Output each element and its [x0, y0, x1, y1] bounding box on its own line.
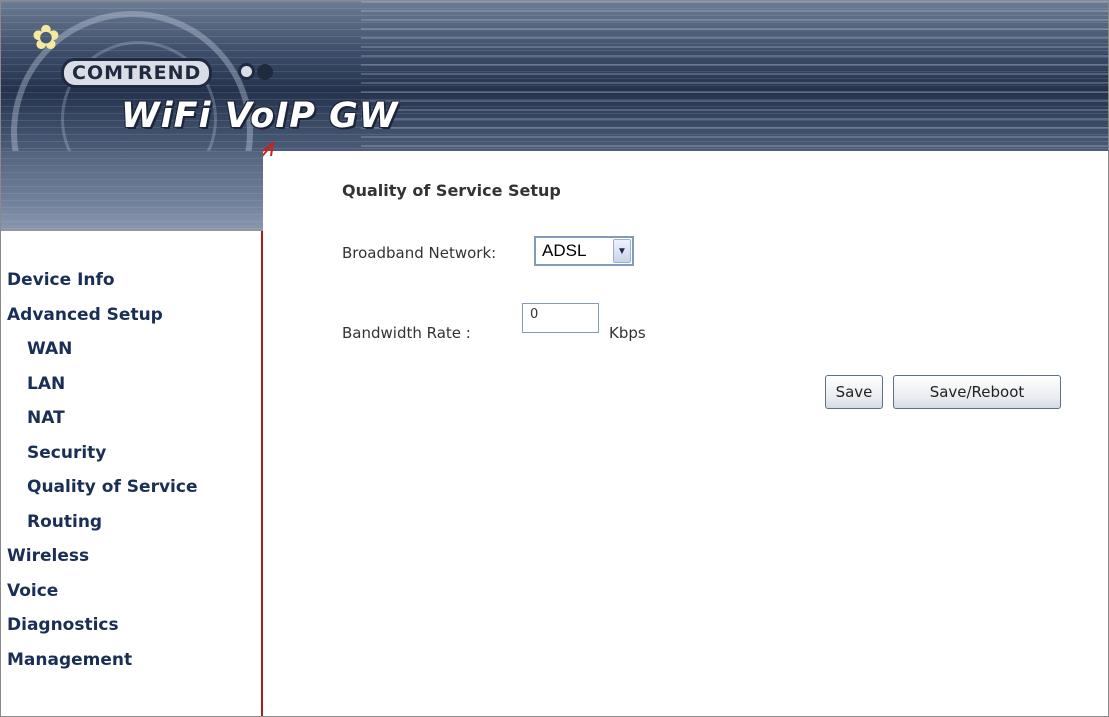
- page-title: Quality of Service Setup: [342, 181, 561, 200]
- sidebar-item-security[interactable]: Security: [7, 436, 197, 471]
- sidebar-header-graphic: [1, 151, 263, 231]
- sidebar-item-advanced-setup[interactable]: Advanced Setup: [7, 298, 197, 333]
- broadband-network-value: ADSL: [542, 241, 587, 260]
- sidebar-item-routing[interactable]: Routing: [7, 505, 197, 540]
- header-banner: ✿ COMTREND WiFi VoIP GW: [1, 1, 1108, 253]
- sidebar-item-wireless[interactable]: Wireless: [7, 539, 197, 574]
- sidebar-item-diagnostics[interactable]: Diagnostics: [7, 608, 197, 643]
- flower-logo-icon: ✿: [31, 18, 61, 58]
- bandwidth-rate-label: Bandwidth Rate :: [342, 324, 471, 342]
- sidebar-item-device-info[interactable]: Device Info: [7, 263, 197, 298]
- sidebar-item-nat[interactable]: NAT: [7, 401, 197, 436]
- sidebar-item-lan[interactable]: LAN: [7, 367, 197, 402]
- sidebar-item-management[interactable]: Management: [7, 643, 197, 678]
- bandwidth-unit-label: Kbps: [609, 324, 646, 342]
- sidebar-menu: Device Info Advanced Setup WAN LAN NAT S…: [7, 263, 197, 677]
- banner-stripes: [361, 1, 1108, 151]
- brand-logo: COMTREND: [61, 58, 213, 88]
- broadband-network-label: Broadband Network:: [342, 244, 497, 262]
- save-reboot-button[interactable]: Save/Reboot: [893, 375, 1061, 409]
- broadband-network-select[interactable]: ADSL ▼: [534, 236, 634, 266]
- main-content: Quality of Service Setup Broadband Netwo…: [263, 181, 1108, 716]
- sidebar-item-wan[interactable]: WAN: [7, 332, 197, 367]
- save-button[interactable]: Save: [825, 375, 883, 409]
- chevron-down-icon[interactable]: ▼: [613, 239, 631, 263]
- sidebar-item-voice[interactable]: Voice: [7, 574, 197, 609]
- brand-dots-icon: [238, 63, 275, 84]
- router-page: ✿ COMTREND WiFi VoIP GW Device Info Adva…: [0, 0, 1109, 717]
- bandwidth-rate-input[interactable]: 0: [522, 303, 599, 333]
- sidebar-item-quality-of-service[interactable]: Quality of Service: [7, 470, 197, 505]
